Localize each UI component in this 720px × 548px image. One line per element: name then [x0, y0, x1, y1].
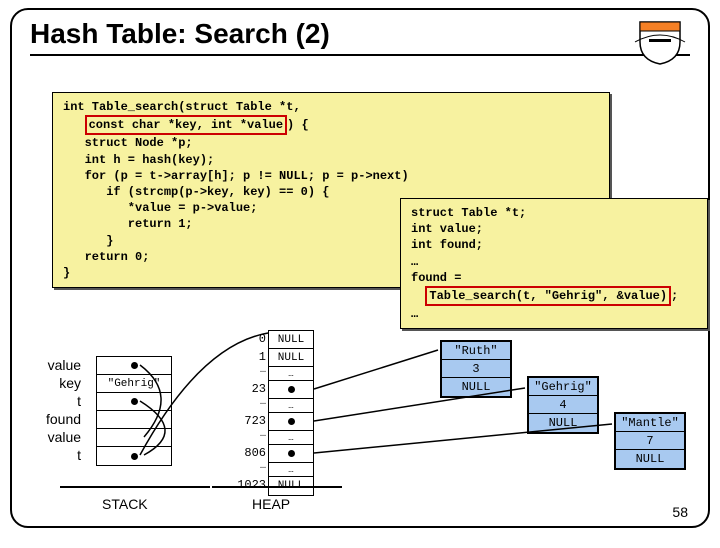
connectors [32, 330, 692, 520]
princeton-shield-icon [630, 16, 690, 66]
code-caller-box: struct Table *t; int value; int found; …… [400, 198, 708, 329]
title-divider [30, 54, 690, 56]
memory-diagram: value key t found value t "Gehrig" STACK… [32, 330, 692, 520]
call-highlight: Table_search(t, "Gehrig", &value) [425, 286, 671, 306]
slide-title: Hash Table: Search (2) [30, 18, 690, 50]
page-number: 58 [672, 504, 688, 520]
slide-frame: Hash Table: Search (2) int Table_search(… [10, 8, 710, 528]
param-highlight: const char *key, int *value [85, 115, 287, 135]
